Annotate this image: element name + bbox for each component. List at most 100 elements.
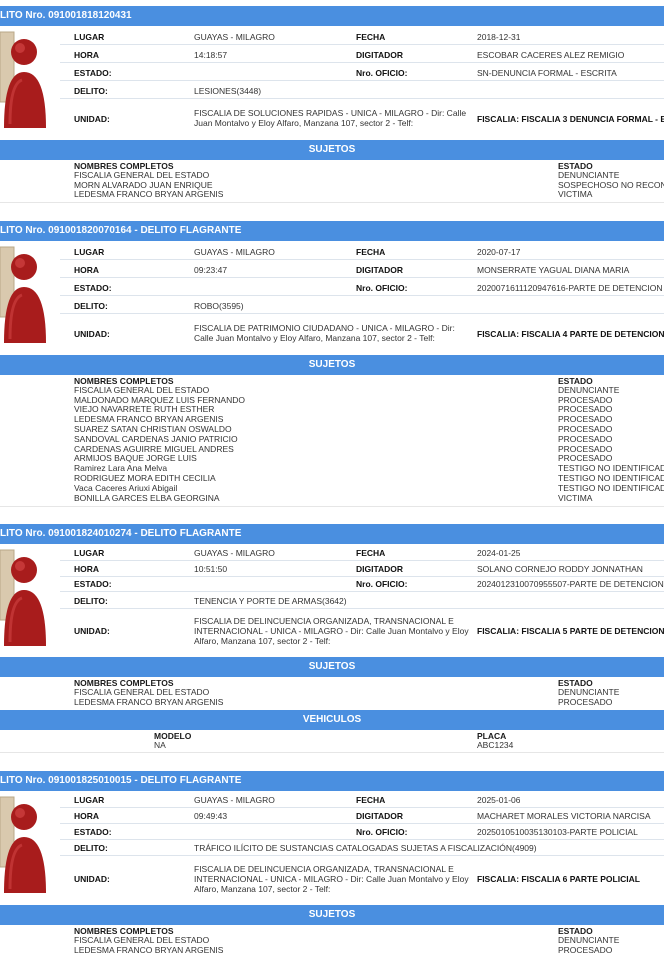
subject-status: PROCESADO xyxy=(558,454,613,464)
subject-name: CARDENAS AGUIRRE MIGUEL ANDRES xyxy=(74,444,234,454)
case-title-bar: LITO Nro. 091001825010015 - DELITO FLAGR… xyxy=(0,771,664,791)
nro-oficio-value: SN-DENUNCIA FORMAL - ESCRITA xyxy=(477,68,617,78)
fecha-value: 2018-12-31 xyxy=(477,32,521,42)
hora-label: HORA xyxy=(74,811,100,821)
nombres-header: NOMBRES COMPLETOS xyxy=(74,926,174,936)
unidad-label: UNIDAD: xyxy=(74,874,110,884)
lugar-label: LUGAR xyxy=(74,548,105,558)
lugar-value: GUAYAS - MILAGRO xyxy=(194,32,275,42)
subject-status: PROCESADO xyxy=(558,697,613,707)
subject-name: ARMIJOS BAQUE JORGE LUIS xyxy=(74,454,197,464)
sujetos-bar: SUJETOS xyxy=(0,140,664,160)
nro-oficio-label: Nro. OFICIO: xyxy=(356,283,408,293)
digitador-label: DIGITADOR xyxy=(356,265,404,275)
vehicle-placa: ABC1234 xyxy=(477,740,514,750)
subject-status: PROCESADO xyxy=(558,425,613,434)
unidad-label: UNIDAD: xyxy=(74,626,110,636)
delito-value: TENENCIA Y PORTE DE ARMAS(3642) xyxy=(194,596,347,606)
estado-header: ESTADO xyxy=(558,926,593,936)
nombres-header: NOMBRES COMPLETOS xyxy=(74,376,174,386)
fecha-value: 2024-01-25 xyxy=(477,548,521,558)
modelo-header: MODELO xyxy=(154,731,192,741)
hora-value: 14:18:57 xyxy=(194,50,228,60)
subject-status: DENUNCIANTE xyxy=(558,935,620,945)
delito-value: LESIONES(3448) xyxy=(194,86,262,96)
subject-name: BONILLA GARCES ELBA GEORGINA xyxy=(74,493,220,503)
fecha-value: 2025-01-06 xyxy=(477,795,521,805)
fiscalia-value: FISCALIA: FISCALIA 6 PARTE POLICIAL xyxy=(477,874,640,884)
hora-value: 10:51:50 xyxy=(194,564,228,574)
subject-name: Vaca Caceres Ariuxi Abigail xyxy=(74,483,178,493)
subject-name: LEDESMA FRANCO BRYAN ARGENIS xyxy=(74,190,224,200)
fiscalia-value: FISCALIA: FISCALIA 3 DENUNCIA FORMAL - E… xyxy=(477,114,664,124)
delito-label: DELITO: xyxy=(74,843,108,853)
hora-label: HORA xyxy=(74,564,100,574)
person-avatar-icon xyxy=(0,546,60,656)
nro-oficio-value: 2025010510035130103-PARTE POLICIAL xyxy=(477,827,638,837)
fiscalia-value: FISCALIA: FISCALIA 5 PARTE DE DETENCION xyxy=(477,626,664,636)
subject-name: SUAREZ SATAN CHRISTIAN OSWALDO xyxy=(74,425,232,434)
lugar-label: LUGAR xyxy=(74,247,105,257)
delito-label: DELITO: xyxy=(74,86,108,96)
subject-status: DENUNCIANTE xyxy=(558,170,620,180)
digitador-value: ESCOBAR CACERES ALEZ REMIGIO xyxy=(477,50,625,60)
subject-name: RODRIGUEZ MORA EDITH CECILIA xyxy=(74,474,216,483)
subject-name: FISCALIA GENERAL DEL ESTADO xyxy=(74,935,210,945)
delito-value: ROBO(3595) xyxy=(194,301,244,311)
subject-status: TESTIGO NO IDENTIFICADO xyxy=(558,464,664,474)
hora-value: 09:23:47 xyxy=(194,265,228,275)
digitador-value: SOLANO CORNEJO RODDY JONNATHAN xyxy=(477,564,643,574)
sujetos-bar: SUJETOS xyxy=(0,905,664,925)
estado-label: ESTADO: xyxy=(74,283,112,293)
person-avatar-icon xyxy=(0,28,60,138)
placa-header: PLACA xyxy=(477,731,507,741)
subject-name: LEDESMA FRANCO BRYAN ARGENIS xyxy=(74,945,224,955)
subject-name: FISCALIA GENERAL DEL ESTADO xyxy=(74,687,210,697)
sujetos-bar: SUJETOS xyxy=(0,657,664,677)
subject-status: SOSPECHOSO NO RECONOCIDO xyxy=(558,180,664,190)
nro-oficio-label: Nro. OFICIO: xyxy=(356,68,408,78)
subject-status: TESTIGO NO IDENTIFICADO xyxy=(558,474,664,483)
estado-header: ESTADO xyxy=(558,678,593,688)
estado-label: ESTADO: xyxy=(74,579,112,589)
delito-value: TRÁFICO ILÍCITO DE SUSTANCIAS CATALOGADA… xyxy=(194,843,537,853)
lugar-label: LUGAR xyxy=(74,32,105,42)
subject-name: Ramirez Lara Ana Melva xyxy=(74,464,168,474)
lugar-value: GUAYAS - MILAGRO xyxy=(194,247,275,257)
unidad-label: UNIDAD: xyxy=(74,329,110,339)
nombres-header: NOMBRES COMPLETOS xyxy=(74,678,174,688)
nro-oficio-label: Nro. OFICIO: xyxy=(356,579,408,589)
nro-oficio-value: 2020071611120947616-PARTE DE DETENCION xyxy=(477,283,663,293)
subject-name: FISCALIA GENERAL DEL ESTADO xyxy=(74,385,210,395)
subject-name: MALDONADO MARQUEZ LUIS FERNANDO xyxy=(74,395,245,405)
subject-name: VIEJO NAVARRETE RUTH ESTHER xyxy=(74,405,215,415)
fecha-value: 2020-07-17 xyxy=(477,247,521,257)
digitador-label: DIGITADOR xyxy=(356,811,404,821)
case-title-bar: LITO Nro. 091001818120431 xyxy=(0,6,664,26)
nro-oficio-value: 2024012310070955507-PARTE DE DETENCION xyxy=(477,579,664,589)
person-avatar-icon xyxy=(0,243,60,353)
digitador-label: DIGITADOR xyxy=(356,50,404,60)
unidad-value: FISCALIA DE SOLUCIONES RAPIDAS - UNICA -… xyxy=(194,108,467,128)
fecha-label: FECHA xyxy=(356,247,386,257)
hora-value: 09:49:43 xyxy=(194,811,228,821)
subject-status: VICTIMA xyxy=(558,190,593,200)
estado-label: ESTADO: xyxy=(74,68,112,78)
delito-label: DELITO: xyxy=(74,301,108,311)
subject-status: PROCESADO xyxy=(558,405,613,415)
lugar-label: LUGAR xyxy=(74,795,105,805)
subject-status: PROCESADO xyxy=(558,945,613,955)
unidad-value: FISCALIA DE PATRIMONIO CIUDADANO - UNICA… xyxy=(194,323,455,343)
sujetos-bar: SUJETOS xyxy=(0,355,664,375)
fecha-label: FECHA xyxy=(356,548,386,558)
vehiculos-bar: VEHICULOS xyxy=(0,710,664,730)
hora-label: HORA xyxy=(74,50,100,60)
case-title-bar: LITO Nro. 091001824010274 - DELITO FLAGR… xyxy=(0,524,664,544)
nombres-header: NOMBRES COMPLETOS xyxy=(74,161,174,171)
lugar-value: GUAYAS - MILAGRO xyxy=(194,548,275,558)
hora-label: HORA xyxy=(74,265,100,275)
subject-status: DENUNCIANTE xyxy=(558,687,620,697)
nro-oficio-label: Nro. OFICIO: xyxy=(356,827,408,837)
subject-status: PROCESADO xyxy=(558,434,613,444)
unidad-value: FISCALIA DE DELINCUENCIA ORGANIZADA, TRA… xyxy=(194,864,469,894)
